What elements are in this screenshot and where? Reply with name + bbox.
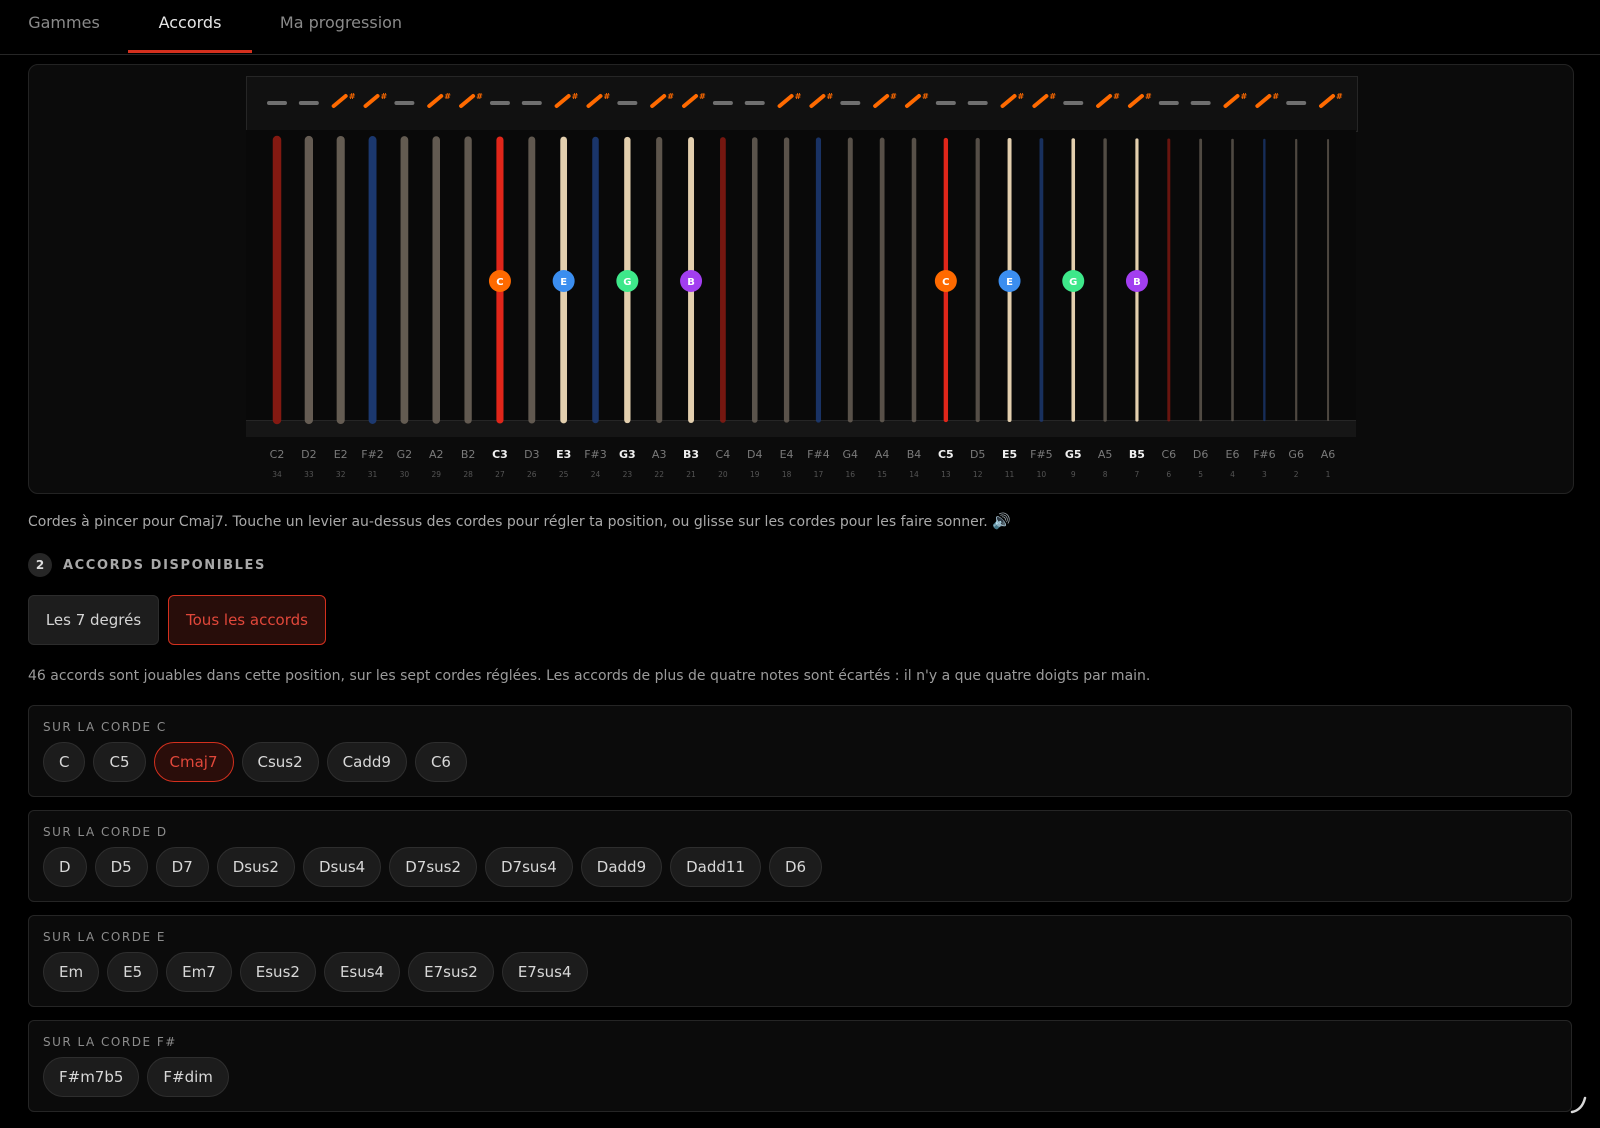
- chord-chip-d7sus4[interactable]: D7sus4: [485, 847, 573, 887]
- group-title: SUR LA CORDE C: [43, 720, 167, 734]
- tab-accords[interactable]: Accords: [128, 0, 252, 53]
- filter-7-degres-button[interactable]: Les 7 degrés: [28, 595, 159, 645]
- group-title: SUR LA CORDE D: [43, 825, 168, 839]
- speaker-icon[interactable]: 🔊: [992, 512, 1011, 530]
- strings-base: [246, 420, 1356, 437]
- tab-gammes[interactable]: Gammes: [0, 0, 128, 53]
- chord-chip-d6[interactable]: D6: [769, 847, 823, 887]
- chord-chips: Em E5 Em7 Esus2 Esus4 E7sus2 E7sus4: [43, 952, 588, 992]
- chord-chip-d[interactable]: D: [43, 847, 87, 887]
- chord-chip-e7sus4[interactable]: E7sus4: [501, 952, 588, 992]
- chord-chip-c5[interactable]: C5: [93, 742, 146, 782]
- chord-chip-e5[interactable]: E5: [107, 952, 159, 992]
- filter-tous-accords-button[interactable]: Tous les accords: [168, 595, 326, 645]
- chord-chip-d7[interactable]: D7: [155, 847, 209, 887]
- chord-chip-em7[interactable]: Em7: [166, 952, 232, 992]
- chord-chip-d5[interactable]: D5: [94, 847, 148, 887]
- chord-chip-esus4[interactable]: Esus4: [323, 952, 401, 992]
- chord-chip-cadd9[interactable]: Cadd9: [326, 742, 407, 782]
- chord-group-e: SUR LA CORDE E Em E5 Em7 Esus2 Esus4 E7sus2 E7…: [28, 915, 1572, 1007]
- tab-bar: Gammes Accords Ma progression: [0, 0, 1600, 55]
- chord-chips: F#m7b5 F#dim: [43, 1057, 229, 1097]
- tab-ma-progression[interactable]: Ma progression: [264, 0, 418, 53]
- section-heading: 2 ACCORDS DISPONIBLES: [28, 552, 266, 578]
- chord-chips: D D5 D7 Dsus2 Dsus4 D7sus2 D7sus4 Dadd9 Dadd11 D6: [43, 847, 823, 887]
- step-badge: 2: [28, 553, 52, 577]
- resize-handle-icon[interactable]: [1568, 1094, 1588, 1114]
- chord-chips: C C5 Cmaj7 Csus2 Cadd9 C6: [43, 742, 467, 782]
- chord-chip-d7sus2[interactable]: D7sus2: [389, 847, 477, 887]
- chord-chip-cmaj7[interactable]: Cmaj7: [153, 742, 234, 782]
- chord-chip-f-sharpdim[interactable]: F#dim: [147, 1057, 229, 1097]
- chord-chip-c[interactable]: C: [43, 742, 86, 782]
- chord-chip-em[interactable]: Em: [43, 952, 100, 992]
- chord-chip-dsus4[interactable]: Dsus4: [302, 847, 382, 887]
- chord-chip-f-sharpm7b5[interactable]: F#m7b5: [43, 1057, 140, 1097]
- chord-chip-e7sus2[interactable]: E7sus2: [408, 952, 494, 992]
- group-title: SUR LA CORDE E: [43, 930, 166, 944]
- chord-group-f-sharp: SUR LA CORDE F# F#m7b5 F#dim: [28, 1020, 1572, 1112]
- caption-text: Cordes à pincer pour Cmaj7. Touche un le…: [28, 514, 988, 530]
- chord-chip-esus2[interactable]: Esus2: [239, 952, 316, 992]
- chord-group-c: SUR LA CORDE C C C5 Cmaj7 Csus2 Cadd9 C6: [28, 705, 1572, 797]
- chord-chip-dadd11[interactable]: Dadd11: [670, 847, 761, 887]
- harp-caption: Cordes à pincer pour Cmaj7. Touche un le…: [28, 512, 1011, 530]
- chords-count-text: 46 accords sont jouables dans cette posi…: [28, 668, 1151, 684]
- strings-area[interactable]: [246, 130, 1356, 422]
- chord-chip-c6[interactable]: C6: [414, 742, 467, 782]
- chord-chip-dadd9[interactable]: Dadd9: [580, 847, 663, 887]
- chord-group-d: SUR LA CORDE D D D5 D7 Dsus2 Dsus4 D7sus2 D7su…: [28, 810, 1572, 902]
- section-title: ACCORDS DISPONIBLES: [63, 557, 267, 573]
- chord-chip-csus2[interactable]: Csus2: [241, 742, 319, 782]
- chord-chip-dsus2[interactable]: Dsus2: [216, 847, 295, 887]
- group-title: SUR LA CORDE F#: [43, 1035, 177, 1049]
